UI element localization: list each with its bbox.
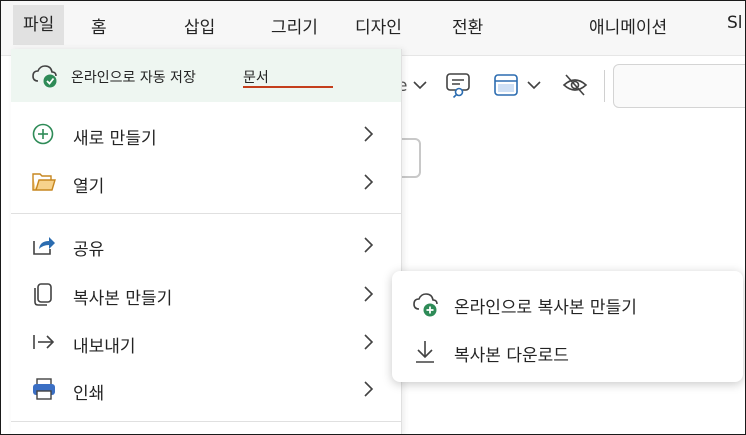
ribbon-tab-bar: 파일 홈 삽입 그리기 디자인 전환 애니메이션 Sl [1, 1, 745, 49]
tab-home[interactable]: 홈 [91, 13, 107, 38]
toolbar-field[interactable] [613, 64, 745, 108]
tab-insert[interactable]: 삽입 [184, 13, 215, 38]
tab-design[interactable]: 디자인 [355, 13, 402, 38]
chevron-down-icon[interactable] [411, 72, 429, 98]
menu-item-export[interactable]: 내보내기 [11, 320, 401, 364]
menu-divider [11, 421, 401, 422]
chevron-right-icon [364, 334, 374, 350]
submenu-item-label: 온라인으로 복사본 만들기 [454, 298, 637, 318]
chevron-down-icon[interactable] [525, 72, 543, 98]
menu-item-print[interactable]: 인쇄 [11, 367, 401, 411]
submenu-item-download-copy[interactable]: 복사본 다운로드 [392, 329, 743, 373]
app-window: 파일 홈 삽입 그리기 디자인 전환 애니메이션 Sl e 온라인으로 자동 저… [0, 0, 746, 435]
menu-item-label: 새로 만들기 [73, 129, 157, 149]
export-icon [33, 335, 55, 349]
chevron-right-icon [364, 381, 374, 397]
chevron-right-icon [364, 286, 374, 302]
share-icon [33, 237, 55, 255]
tab-transitions[interactable]: 전환 [452, 13, 483, 38]
menu-item-label: 공유 [73, 240, 105, 260]
hide-icon[interactable] [561, 72, 589, 98]
submenu-item-copy-online[interactable]: 온라인으로 복사본 만들기 [392, 281, 743, 325]
menu-item-label: 인쇄 [73, 384, 105, 404]
layout-icon[interactable] [493, 72, 519, 98]
tab-slideshow[interactable]: Sl [727, 13, 743, 33]
toolbar-divider [604, 70, 605, 102]
chevron-right-icon [364, 126, 374, 142]
chevron-right-icon [364, 174, 374, 190]
menu-item-share[interactable]: 공유 [11, 223, 401, 267]
autosave-label: 온라인으로 자동 저장 [71, 70, 196, 86]
cloud-add-icon [413, 293, 438, 317]
menu-item-new[interactable]: 새로 만들기 [11, 112, 401, 156]
document-name-underline [243, 86, 333, 88]
menu-divider [11, 213, 401, 214]
copy-icon [34, 283, 52, 306]
menu-item-label: 복사본 만들기 [73, 289, 173, 309]
cloud-check-icon [32, 65, 57, 88]
menu-item-label: 열기 [73, 177, 105, 197]
plus-circle-icon [32, 123, 54, 145]
printer-icon [33, 378, 55, 400]
tab-animations[interactable]: 애니메이션 [589, 13, 667, 38]
download-icon [416, 341, 434, 363]
submenu-item-label: 복사본 다운로드 [454, 346, 569, 366]
menu-item-make-copy[interactable]: 복사본 만들기 [11, 272, 401, 316]
tab-file[interactable]: 파일 [13, 5, 65, 45]
autosave-bar[interactable]: 온라인으로 자동 저장 문서 [11, 49, 401, 102]
menu-item-label: 내보내기 [73, 337, 136, 357]
chevron-right-icon [364, 237, 374, 253]
folder-icon [32, 173, 56, 191]
tab-draw[interactable]: 그리기 [271, 13, 318, 38]
menu-item-open[interactable]: 열기 [11, 160, 401, 204]
make-copy-submenu: 온라인으로 복사본 만들기 복사본 다운로드 [392, 271, 743, 382]
comment-search-icon[interactable] [445, 72, 473, 98]
file-menu: 온라인으로 자동 저장 문서 새로 만들기 열기 공유 복사본 만들기 내보내기… [11, 49, 402, 434]
document-name[interactable]: 문서 [243, 67, 269, 87]
